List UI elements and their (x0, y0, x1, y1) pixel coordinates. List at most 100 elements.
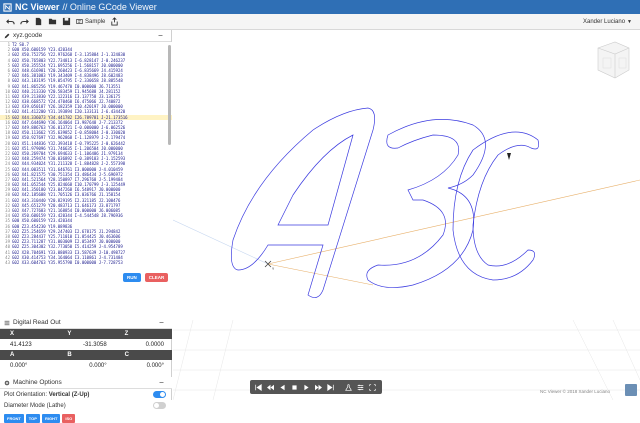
dro-label-b: B (57, 350, 115, 360)
new-file-button[interactable] (32, 16, 45, 28)
machine-title: Machine Options (13, 379, 62, 386)
dro-value-z: 0.0000 (145, 341, 164, 348)
run-button[interactable]: RUN (123, 273, 141, 282)
line-text: G02 X33.604763 Y35.955798 I0.000000 J-7.… (12, 259, 123, 265)
share-button[interactable] (108, 16, 121, 28)
app-title: NC Viewer (15, 2, 60, 12)
svg-text:Y: Y (272, 267, 275, 271)
reverse-icon (280, 384, 285, 390)
folder-icon (48, 18, 57, 25)
dro-value-c: 0.000° (146, 362, 164, 369)
diameter-toggle[interactable] (153, 402, 166, 409)
dro-label-a: A (0, 350, 58, 360)
view-iso-button[interactable]: ISO (62, 414, 76, 423)
digital-readout: Digital Read Out X Y Z 41.4123 -31.3058 … (0, 317, 172, 371)
open-file-button[interactable] (46, 16, 59, 28)
sample-label: Sample (85, 18, 106, 25)
left-panel: xyz.gcode 1 T2 S0.7 2 G00 X50.600159 Y23.42… (0, 30, 172, 423)
share-icon (111, 17, 118, 26)
play-button[interactable] (301, 382, 312, 393)
grid-plane (173, 319, 640, 400)
skip-start-icon (255, 383, 262, 391)
minimize-icon[interactable] (159, 380, 164, 385)
clear-button[interactable]: CLEAR (144, 273, 169, 282)
toolpath-letter-a (231, 107, 375, 298)
fast-forward-button[interactable] (313, 382, 324, 393)
toggle-knob (160, 392, 165, 397)
view-top-button[interactable]: TOP (25, 414, 40, 423)
step-back-button[interactable] (265, 382, 276, 393)
orientation-value: Vertical (Z-Up) (48, 391, 90, 398)
flask-button[interactable] (343, 382, 354, 393)
skip-to-start-button[interactable] (253, 382, 264, 393)
toggle-knob (154, 403, 159, 408)
minimize-icon[interactable] (158, 33, 163, 38)
sample-button[interactable]: Sample (76, 18, 105, 25)
stop-icon (292, 384, 297, 390)
title-bar: NC Viewer // Online GCode Viewer (0, 0, 640, 14)
skip-to-end-button[interactable] (325, 382, 336, 393)
dro-label-z: Z (114, 329, 172, 339)
toolbar: Sample Xander Luciano ▼ (0, 14, 640, 30)
fullscreen-icon (369, 383, 376, 391)
dro-value-y: -31.3058 (82, 341, 107, 348)
dro-label-c: C (114, 350, 172, 360)
undo-button[interactable] (4, 16, 17, 28)
flask-icon (345, 383, 352, 391)
dro-value-a: 0.000° (10, 362, 28, 369)
sample-icon (76, 19, 83, 24)
editor-scrollbar[interactable] (168, 45, 171, 145)
3d-viewport[interactable]: Y (173, 30, 640, 400)
origin-line (267, 263, 374, 286)
minimize-icon[interactable] (159, 320, 164, 325)
dro-grid: X Y Z 41.4123 -31.3058 0.0000 A B C 0.00… (0, 329, 172, 371)
cursor-arrow-icon (507, 153, 511, 160)
play-icon (304, 384, 309, 390)
stop-button[interactable] (289, 382, 300, 393)
editor-buttons: RUN CLEAR (123, 273, 172, 282)
machine-options: Machine Options Plot Orientation: Vertic… (0, 377, 172, 423)
editor-filename: xyz.gcode (13, 32, 43, 39)
save-icon (62, 17, 71, 26)
undo-icon (6, 19, 15, 25)
machine-header: Machine Options (0, 377, 172, 389)
diameter-label: Diameter Mode (Lathe) (4, 402, 66, 409)
gear-icon (4, 380, 10, 385)
list-icon (4, 320, 10, 325)
fast-forward-icon (315, 384, 322, 390)
orientation-cube[interactable] (597, 41, 630, 79)
app-logo-icon (3, 2, 12, 12)
save-button[interactable] (60, 16, 73, 28)
redo-icon (20, 19, 29, 25)
view-front-button[interactable]: FRONT (4, 414, 24, 423)
caret-down-icon: ▼ (627, 19, 632, 25)
dro-value-x: 41.4123 (10, 341, 32, 348)
dro-header: Digital Read Out (0, 317, 172, 329)
x-axis-line (267, 179, 640, 265)
edit-icon (4, 33, 10, 38)
user-name: Xander Luciano (583, 19, 626, 25)
dro-label-x: X (0, 329, 58, 339)
rewind-icon (267, 384, 274, 390)
fullscreen-button[interactable] (367, 382, 378, 393)
dro-title: Digital Read Out (13, 319, 61, 326)
view-buttons: FRONT TOP RIGHT ISO (0, 414, 172, 423)
sliders-icon (357, 384, 364, 390)
toolpath-canvas[interactable]: Y (173, 30, 640, 400)
dro-label-y: Y (57, 329, 115, 339)
diameter-mode-option: Diameter Mode (Lathe) (0, 400, 172, 411)
playback-controls (250, 380, 382, 394)
orientation-toggle[interactable] (153, 391, 166, 398)
code-line[interactable]: 43 G02 X33.604763 Y35.955798 I0.000000 J-… (0, 260, 172, 265)
settings-sliders-button[interactable] (355, 382, 366, 393)
app-subtitle: // Online GCode Viewer (62, 2, 157, 12)
share-corner-icon[interactable] (625, 384, 637, 396)
redo-button[interactable] (18, 16, 31, 28)
user-menu[interactable]: Xander Luciano ▼ (583, 14, 632, 30)
toolpath-letter-b (366, 119, 486, 288)
editor-header: xyz.gcode (0, 30, 171, 42)
dro-value-b: 0.000° (89, 362, 107, 369)
reverse-button[interactable] (277, 382, 288, 393)
view-right-button[interactable]: RIGHT (41, 414, 61, 423)
skip-end-icon (327, 383, 334, 391)
